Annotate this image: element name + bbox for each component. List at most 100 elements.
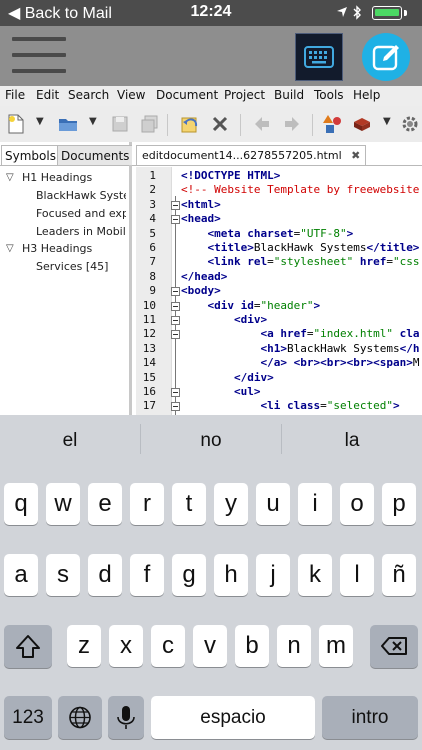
new-file-button[interactable] (4, 112, 28, 136)
menu-build[interactable]: Build (274, 88, 304, 102)
key-e[interactable]: e (88, 483, 122, 525)
key-d[interactable]: d (88, 554, 122, 596)
key-r[interactable]: r (130, 483, 164, 525)
tree-group-h1-headings[interactable]: H1 Headings (22, 171, 127, 184)
code-line[interactable]: <!-- Website Template by freewebsite (181, 183, 419, 196)
fold-toggle-icon[interactable] (171, 301, 180, 311)
fold-toggle-icon[interactable] (171, 330, 180, 340)
key-p[interactable]: p (382, 483, 416, 525)
code-line[interactable]: <h1>BlackHawk Systems</h (181, 342, 419, 355)
menu-file[interactable]: File (5, 88, 25, 102)
menu-tools[interactable]: Tools (314, 88, 344, 102)
backspace-key[interactable] (370, 625, 418, 668)
key-s[interactable]: s (46, 554, 80, 596)
key-t[interactable]: t (172, 483, 206, 525)
key-j[interactable]: j (256, 554, 290, 596)
code-line[interactable]: </div> (181, 371, 274, 384)
chevron-down-icon[interactable]: ▼ (36, 116, 44, 127)
tree-item-focused[interactable]: Focused and expe (36, 207, 126, 220)
code-line[interactable]: <head> (181, 212, 221, 225)
key-l[interactable]: l (340, 554, 374, 596)
menu-help[interactable]: Help (353, 88, 380, 102)
key-b[interactable]: b (235, 625, 269, 667)
edit-document-button[interactable] (362, 33, 410, 81)
build-button[interactable] (350, 112, 374, 136)
code-line[interactable]: <a href="index.html" cla (181, 327, 419, 340)
code-line[interactable]: <html> (181, 198, 221, 211)
menu-document[interactable]: Document (156, 88, 218, 102)
navigate-forward-button[interactable] (280, 112, 304, 136)
suggestion-3[interactable]: la (282, 430, 422, 452)
key-h[interactable]: h (214, 554, 248, 596)
run-button[interactable] (398, 112, 422, 136)
fold-toggle-icon[interactable] (171, 200, 180, 210)
key-u[interactable]: u (256, 483, 290, 525)
key-m[interactable]: m (319, 625, 353, 667)
document-tab[interactable]: editdocument14...6278557205.html ✖ (136, 145, 367, 165)
fold-toggle-icon[interactable] (171, 388, 180, 397)
chevron-down-icon[interactable]: ▼ (383, 116, 391, 127)
save-all-button[interactable] (138, 112, 162, 136)
tree-item-leaders[interactable]: Leaders in Mobile (36, 225, 126, 238)
code-line[interactable]: <meta charset="UTF-8"> (181, 227, 354, 240)
revert-button[interactable] (178, 112, 202, 136)
fold-toggle-icon[interactable] (171, 215, 180, 225)
key-c[interactable]: c (151, 625, 185, 667)
key-ñ[interactable]: ñ (382, 554, 416, 596)
dictation-key[interactable] (108, 696, 144, 739)
key-x[interactable]: x (109, 625, 143, 667)
code-line[interactable]: <ul> (181, 385, 261, 398)
globe-key[interactable] (58, 696, 102, 739)
tree-item-services[interactable]: Services [45] (36, 260, 126, 273)
code-line[interactable]: <div> (181, 313, 267, 326)
menu-project[interactable]: Project (224, 88, 265, 102)
fold-toggle-icon[interactable] (171, 402, 180, 412)
key-y[interactable]: y (214, 483, 248, 525)
shift-key[interactable] (4, 625, 52, 668)
tab-symbols[interactable]: Symbols (1, 145, 60, 165)
tab-documents[interactable]: Documents (57, 145, 134, 165)
key-i[interactable]: i (298, 483, 332, 525)
key-z[interactable]: z (67, 625, 101, 667)
menu-view[interactable]: View (117, 88, 145, 102)
code-line[interactable]: <link rel="stylesheet" href="css (181, 255, 420, 268)
key-q[interactable]: q (4, 483, 38, 525)
tree-item-blackhawk[interactable]: BlackHawk System (36, 189, 126, 202)
open-file-button[interactable] (56, 112, 80, 136)
code-line[interactable]: </a> <br><br><br><span>M (181, 356, 419, 369)
close-file-button[interactable] (208, 112, 232, 136)
compile-button[interactable] (320, 112, 344, 136)
close-tab-icon[interactable]: ✖ (351, 149, 360, 162)
key-k[interactable]: k (298, 554, 332, 596)
expand-arrow-icon[interactable]: ▽ (6, 243, 14, 254)
tree-group-h3-headings[interactable]: H3 Headings (22, 242, 127, 255)
key-g[interactable]: g (172, 554, 206, 596)
chevron-down-icon[interactable]: ▼ (89, 116, 97, 127)
key-v[interactable]: v (193, 625, 227, 667)
key-o[interactable]: o (340, 483, 374, 525)
numbers-key[interactable]: 123 (4, 696, 52, 739)
code-line[interactable]: <body> (181, 284, 221, 297)
code-line[interactable]: <!DOCTYPE HTML> (181, 169, 280, 182)
key-f[interactable]: f (130, 554, 164, 596)
menu-search[interactable]: Search (68, 88, 109, 102)
fold-toggle-icon[interactable] (171, 316, 180, 325)
hamburger-menu-button[interactable] (8, 34, 70, 78)
key-w[interactable]: w (46, 483, 80, 525)
suggestion-2[interactable]: no (141, 430, 281, 452)
space-key[interactable]: espacio (151, 696, 315, 739)
key-n[interactable]: n (277, 625, 311, 667)
code-line[interactable]: <title>BlackHawk Systems</title> (181, 241, 420, 254)
code-line[interactable]: <li class="selected"> (181, 399, 399, 412)
menu-edit[interactable]: Edit (36, 88, 59, 102)
save-button[interactable] (108, 112, 132, 136)
code-line[interactable]: </head> (181, 270, 227, 283)
navigate-back-button[interactable] (250, 112, 274, 136)
code-line[interactable]: <div id="header"> (181, 299, 321, 312)
expand-arrow-icon[interactable]: ▽ (6, 172, 14, 183)
return-key[interactable]: intro (322, 696, 418, 739)
suggestion-1[interactable]: el (0, 430, 140, 452)
key-a[interactable]: a (4, 554, 38, 596)
keyboard-toggle-button[interactable] (295, 33, 343, 81)
fold-toggle-icon[interactable] (171, 287, 180, 297)
